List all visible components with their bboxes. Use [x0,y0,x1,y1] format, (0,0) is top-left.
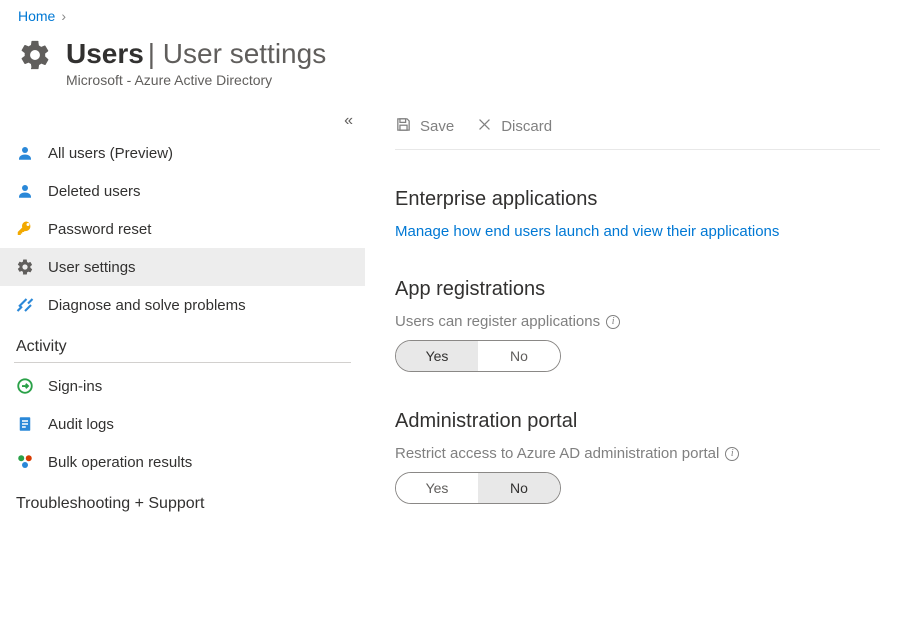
appreg-yes[interactable]: Yes [396,341,478,371]
admin-label: Restrict access to Azure AD administrati… [395,445,880,462]
log-icon [16,415,34,433]
sidebar-item-label: Sign-ins [48,378,102,395]
sidebar-item-label: All users (Preview) [48,145,173,162]
admin-yes[interactable]: Yes [396,473,478,503]
page-title: Users [66,38,144,69]
user-icon [16,182,34,200]
save-icon [395,116,412,137]
sidebar-item-audit-logs[interactable]: Audit logs [0,405,365,443]
sidebar-section-troubleshoot: Troubleshooting + Support [0,481,365,519]
breadcrumb-home[interactable]: Home [18,8,55,24]
page-header: Users | User settings Microsoft - Azure … [0,28,900,106]
sidebar-item-label: Audit logs [48,416,114,433]
close-icon [476,116,493,137]
user-icon [16,144,34,162]
key-icon [16,220,34,238]
collapse-icon[interactable]: « [344,112,353,130]
info-icon[interactable]: i [725,447,739,461]
bulk-icon [16,453,34,471]
sidebar-item-label: User settings [48,259,136,276]
sidebar: « All users (Preview) Deleted users Pass… [0,106,365,519]
main-content: Save Discard Enterprise applications Man… [365,106,900,519]
admin-toggle[interactable]: Yes No [395,472,561,504]
discard-button[interactable]: Discard [476,116,552,137]
save-button[interactable]: Save [395,116,454,137]
sidebar-item-label: Bulk operation results [48,454,192,471]
divider [14,362,351,363]
chevron-right-icon: › [61,8,66,24]
page-subtitle: | User settings [148,38,326,69]
sidebar-section-activity: Activity [0,324,365,362]
sidebar-item-all-users[interactable]: All users (Preview) [0,134,365,172]
admin-no[interactable]: No [478,473,560,503]
discard-label: Discard [501,118,552,135]
sidebar-item-deleted-users[interactable]: Deleted users [0,172,365,210]
gear-icon [18,38,52,75]
section-title-admin: Administration portal [395,410,880,433]
page-meta: Microsoft - Azure Active Directory [66,72,326,88]
breadcrumb: Home › [0,0,900,28]
section-title-appreg: App registrations [395,278,880,301]
sidebar-item-label: Deleted users [48,183,141,200]
sidebar-item-label: Diagnose and solve problems [48,297,246,314]
sidebar-item-bulk-ops[interactable]: Bulk operation results [0,443,365,481]
tools-icon [16,296,34,314]
sidebar-item-password-reset[interactable]: Password reset [0,210,365,248]
appreg-toggle[interactable]: Yes No [395,340,561,372]
toolbar: Save Discard [395,106,880,150]
enterprise-apps-link[interactable]: Manage how end users launch and view the… [395,223,779,240]
section-title-enterprise: Enterprise applications [395,188,880,211]
sidebar-item-diagnose[interactable]: Diagnose and solve problems [0,286,365,324]
sidebar-item-user-settings[interactable]: User settings [0,248,365,286]
info-icon[interactable]: i [606,315,620,329]
appreg-no[interactable]: No [478,341,560,371]
appreg-label: Users can register applications i [395,313,880,330]
sidebar-item-signins[interactable]: Sign-ins [0,367,365,405]
save-label: Save [420,118,454,135]
signin-icon [16,377,34,395]
sidebar-item-label: Password reset [48,221,151,238]
gear-icon [16,258,34,276]
